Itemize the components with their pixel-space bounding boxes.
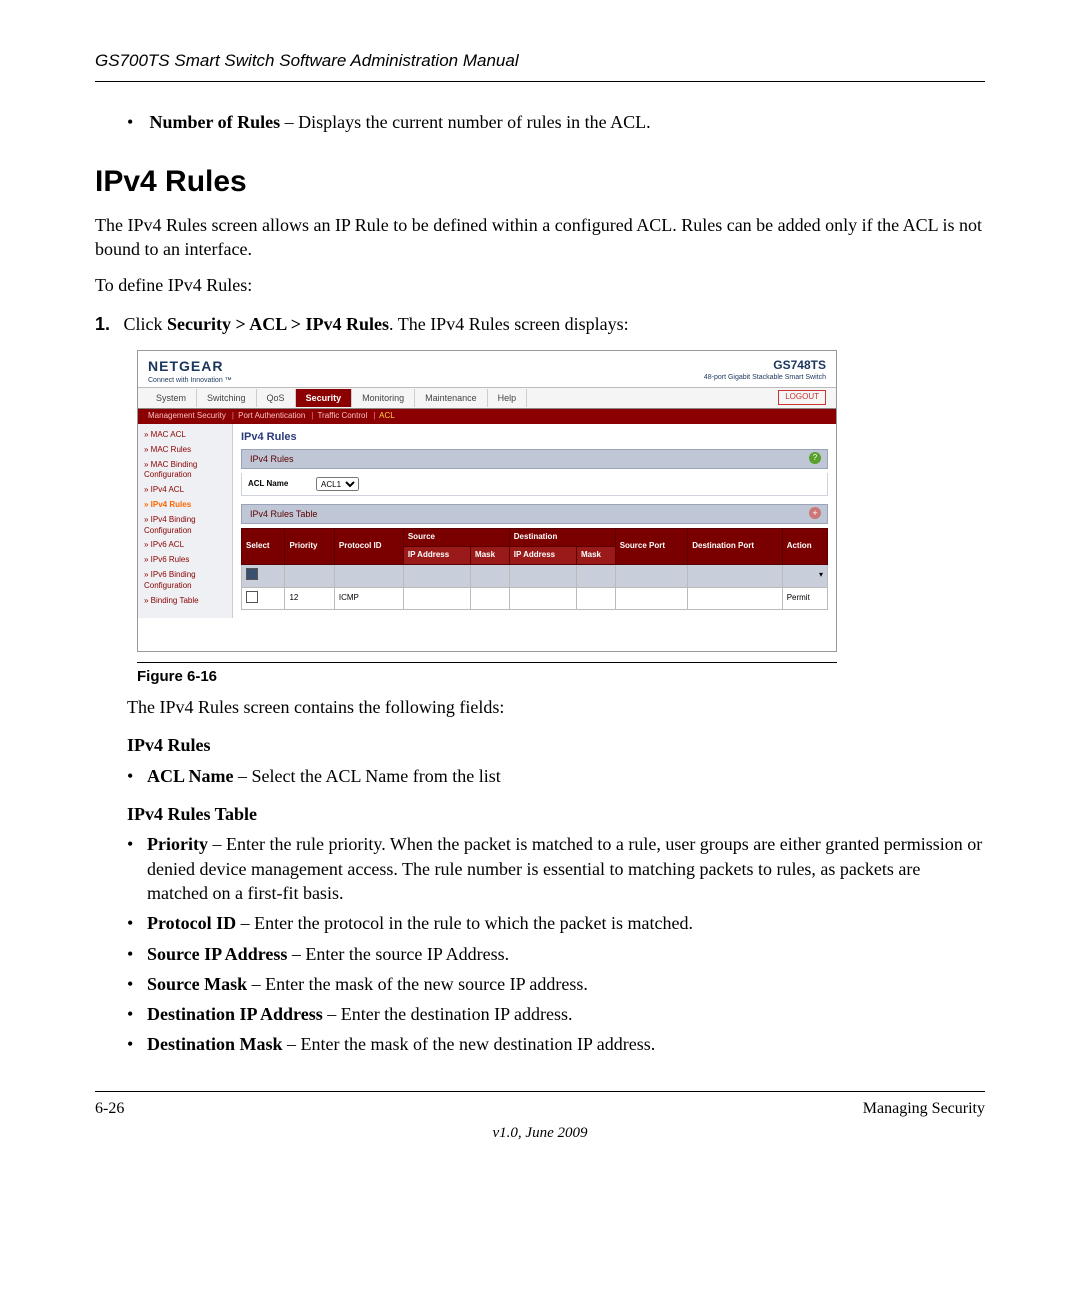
page-number: 6-26 [95, 1098, 124, 1120]
bullet-number-of-rules: • Number of Rules – Displays the current… [127, 110, 985, 134]
sidebar-item[interactable]: » MAC Binding Configuration [142, 458, 228, 484]
device-model-sub: 48-port Gigabit Stackable Smart Switch [704, 373, 826, 382]
col-dest-port: Destination Port [688, 529, 782, 565]
group1-list: ACL Name – Select the ACL Name from the … [127, 764, 985, 788]
sidebar-item[interactable]: » Binding Table [142, 594, 228, 609]
tab-maintenance[interactable]: Maintenance [415, 389, 488, 407]
subnav-item[interactable]: Traffic Control [317, 411, 367, 420]
acl-name-label: ACL Name [248, 479, 308, 490]
intro-paragraph: The IPv4 Rules screen allows an IP Rule … [95, 213, 985, 262]
lead-in: To define IPv4 Rules: [95, 273, 985, 297]
col-destination: Destination [509, 529, 615, 547]
sidebar-item[interactable]: » IPv6 Binding Configuration [142, 568, 228, 594]
acl-name-row: ACL Name ACL1 [241, 473, 828, 496]
desc: – Displays the current number of rules i… [280, 112, 650, 132]
band-ipv4-rules-table: IPv4 Rules Table + [241, 504, 828, 524]
checkbox-icon[interactable] [246, 568, 258, 580]
sidebar-item[interactable]: » MAC ACL [142, 428, 228, 443]
tab-system[interactable]: System [146, 389, 197, 407]
step-text-post: . The IPv4 Rules screen displays: [389, 314, 629, 334]
col-source: Source [403, 529, 509, 547]
step-1: 1. Click Security > ACL > IPv4 Rules. Th… [95, 312, 985, 336]
fields-intro: The IPv4 Rules screen contains the follo… [127, 695, 985, 719]
term: Number of Rules [150, 112, 281, 132]
step-text-bold: Security > ACL > IPv4 Rules [167, 314, 389, 334]
sidebar-item[interactable]: » MAC Rules [142, 443, 228, 458]
panel-title: IPv4 Rules [241, 430, 828, 445]
rules-table: Select Priority Protocol ID Source Desti… [241, 528, 828, 610]
col-select: Select [242, 529, 285, 565]
brand-tagline: Connect with Innovation ™ [148, 376, 232, 385]
cell-action: Permit [782, 587, 827, 610]
group2-list: Priority – Enter the rule priority. When… [127, 832, 985, 1056]
sidebar-item[interactable]: » IPv4 ACL [142, 483, 228, 498]
checkbox-icon[interactable] [246, 591, 258, 603]
help-icon[interactable]: ? [809, 452, 821, 464]
cell-priority: 12 [285, 587, 334, 610]
chapter-title: Managing Security [863, 1098, 985, 1120]
sub-nav: Management Security| Port Authentication… [138, 409, 836, 424]
acl-name-select[interactable]: ACL1 [316, 477, 359, 491]
table-row-input: ▾ [242, 564, 828, 587]
sidebar-item-selected[interactable]: » IPv4 Rules [142, 498, 228, 513]
tab-security[interactable]: Security [296, 389, 353, 407]
page-footer: 6-26 Managing Security [95, 1091, 985, 1120]
figure-caption: Figure 6-16 [137, 662, 837, 687]
sidebar-item[interactable]: » IPv6 ACL [142, 538, 228, 553]
sidebar: » MAC ACL » MAC Rules » MAC Binding Conf… [138, 424, 233, 618]
group1-head: IPv4 Rules [127, 733, 985, 757]
add-icon[interactable]: + [809, 507, 821, 519]
col-protocol: Protocol ID [334, 529, 403, 565]
subnav-item[interactable]: Management Security [148, 411, 226, 420]
tab-qos[interactable]: QoS [257, 389, 296, 407]
doc-version: v1.0, June 2009 [95, 1123, 985, 1143]
primary-tabbar: System Switching QoS Security Monitoring… [138, 387, 836, 409]
col-src-mask: Mask [471, 546, 510, 564]
section-title: IPv4 Rules [95, 162, 985, 203]
col-src-ip: IP Address [403, 546, 470, 564]
subnav-item-active[interactable]: ACL [379, 411, 395, 420]
group2-head: IPv4 Rules Table [127, 802, 985, 826]
step-text-pre: Click [124, 314, 168, 334]
cell-protocol: ICMP [334, 587, 403, 610]
col-dst-mask: Mask [576, 546, 615, 564]
sidebar-item[interactable]: » IPv4 Binding Configuration [142, 513, 228, 539]
band-ipv4-rules: IPv4 Rules ? [241, 449, 828, 469]
step-number: 1. [95, 312, 119, 336]
brand-logo: NETGEAR [148, 357, 232, 376]
running-head: GS700TS Smart Switch Software Administra… [95, 50, 985, 82]
col-source-port: Source Port [615, 529, 688, 565]
logout-button[interactable]: LOGOUT [778, 390, 826, 405]
col-priority: Priority [285, 529, 334, 565]
device-model: GS748TS [704, 357, 826, 373]
table-row: 12 ICMP Permit [242, 587, 828, 610]
tab-switching[interactable]: Switching [197, 389, 257, 407]
sidebar-item[interactable]: » IPv6 Rules [142, 553, 228, 568]
figure-app: NETGEAR Connect with Innovation ™ GS748T… [137, 350, 837, 652]
tab-monitoring[interactable]: Monitoring [352, 389, 415, 407]
col-action: Action [782, 529, 827, 565]
col-dst-ip: IP Address [509, 546, 576, 564]
tab-help[interactable]: Help [488, 389, 528, 407]
subnav-item[interactable]: Port Authentication [238, 411, 305, 420]
